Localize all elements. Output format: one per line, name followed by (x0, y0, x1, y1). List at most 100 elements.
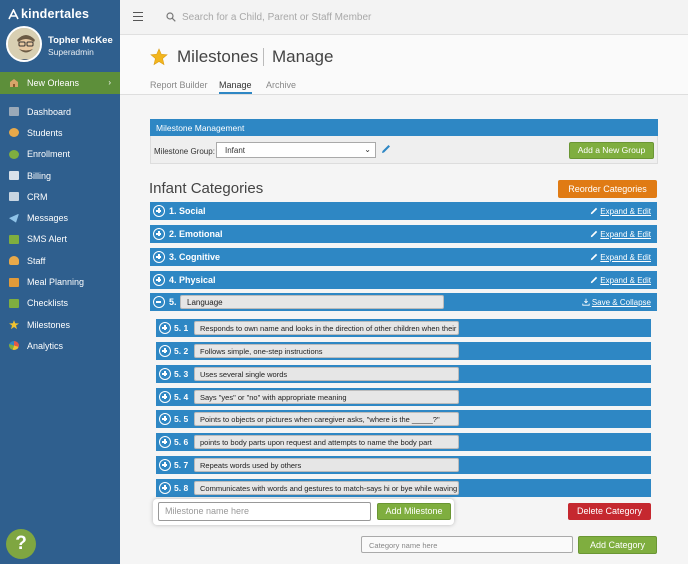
expand-edit-link[interactable]: Expand & Edit (590, 207, 651, 216)
pencil-icon (591, 207, 598, 215)
sidebar-item-sms-alert[interactable]: SMS Alert (0, 229, 120, 250)
expand-plus-icon[interactable] (159, 413, 171, 425)
expand-plus-icon[interactable] (153, 205, 165, 217)
milestone-group-value: Infant (225, 146, 246, 155)
expand-plus-icon[interactable] (159, 482, 171, 494)
sidebar-item-dashboard[interactable]: Dashboard (0, 101, 120, 122)
search-icon (166, 12, 176, 22)
profile-role: Superadmin (48, 47, 94, 57)
category-title: 2. Emotional (169, 229, 223, 239)
milestone-row[interactable]: 5. 3 Uses several single words (156, 365, 651, 383)
tab-archive[interactable]: Archive (266, 80, 296, 90)
milestone-text-field[interactable]: Repeats words used by others (194, 458, 459, 472)
tab-report-builder[interactable]: Report Builder (150, 80, 208, 90)
download-icon (582, 298, 590, 306)
brand-logo[interactable]: kindertales (8, 7, 89, 21)
expand-plus-icon[interactable] (159, 345, 171, 357)
categories-title: Infant Categories (149, 180, 264, 197)
sidebar-nav: Dashboard Students Enrollment Billing CR… (0, 101, 120, 357)
sidebar-item-label: Meal Planning (27, 277, 85, 288)
avatar-image (8, 28, 40, 60)
save-collapse-link[interactable]: Save & Collapse (582, 298, 651, 307)
sidebar-item-checklists[interactable]: Checklists (0, 293, 120, 314)
add-group-button[interactable]: Add a New Group (569, 142, 654, 159)
milestone-text-field[interactable]: Follows simple, one-step instructions (194, 344, 459, 358)
milestone-row[interactable]: 5. 8 Communicates with words and gestures… (156, 479, 651, 497)
star-icon (150, 48, 168, 66)
expand-plus-icon[interactable] (159, 322, 171, 334)
expand-edit-link[interactable]: Expand & Edit (590, 253, 651, 262)
page-subtitle: Manage (272, 47, 334, 66)
milestone-text-field[interactable]: Uses several single words (194, 367, 459, 381)
kindertales-logo-icon (8, 8, 19, 19)
sidebar-item-billing[interactable]: Billing (0, 165, 120, 186)
expand-plus-icon[interactable] (159, 436, 171, 448)
profile[interactable]: Topher McKee Superadmin (0, 22, 120, 72)
category-name-field[interactable]: Language (180, 295, 444, 309)
sidebar-item-milestones[interactable]: Milestones (0, 314, 120, 335)
sidebar-item-label: Analytics (27, 340, 64, 351)
category-row[interactable]: 4. Physical Expand & Edit (150, 271, 657, 289)
sidebar-item-analytics[interactable]: Analytics (0, 335, 120, 356)
edit-pencil-icon[interactable] (381, 144, 391, 154)
sidebar-item-messages[interactable]: Messages (0, 207, 120, 228)
help-button[interactable]: ? (6, 529, 36, 559)
milestone-row[interactable]: 5. 2 Follows simple, one-step instruction… (156, 342, 651, 360)
expand-plus-icon[interactable] (153, 228, 165, 240)
pencil-icon (591, 230, 598, 238)
milestone-row[interactable]: 5. 1 Responds to own name and looks in th… (156, 319, 651, 337)
milestone-text-field[interactable]: Communicates with words and gestures to … (194, 481, 459, 495)
expand-plus-icon[interactable] (159, 368, 171, 380)
category-row[interactable]: 3. Cognitive Expand & Edit (150, 248, 657, 266)
chevron-down-icon: ⌄ (364, 145, 371, 154)
messages-icon (9, 213, 19, 223)
delete-category-button[interactable]: Delete Category (568, 503, 651, 520)
milestone-group-label: Milestone Group: (154, 147, 215, 156)
milestone-text-field[interactable]: Says "yes" or "no" with appropriate mean… (194, 390, 459, 404)
add-category-button[interactable]: Add Category (578, 536, 657, 554)
milestone-text-field[interactable]: points to body parts upon request and at… (194, 435, 459, 449)
milestone-name-input[interactable]: Milestone name here (158, 502, 371, 521)
avatar[interactable] (6, 26, 42, 62)
expand-plus-icon[interactable] (159, 391, 171, 403)
add-milestone-button[interactable]: Add Milestone (377, 503, 451, 520)
billing-icon (9, 171, 19, 181)
sidebar-item-enrollment[interactable]: Enrollment (0, 144, 120, 165)
milestone-row[interactable]: 5. 4 Says "yes" or "no" with appropriate … (156, 388, 651, 406)
page-title: Milestones (177, 47, 259, 66)
milestone-management-header: Milestone Management (150, 119, 658, 136)
location-selector[interactable]: New Orleans › (0, 72, 120, 94)
profile-name: Topher McKee (48, 35, 113, 46)
milestone-text-field[interactable]: Responds to own name and looks in the di… (194, 321, 459, 335)
milestone-number: 5. 1 (174, 323, 189, 333)
category-name-input[interactable]: Category name here (361, 536, 573, 553)
milestone-text-field[interactable]: Points to objects or pictures when careg… (194, 412, 459, 426)
expand-plus-icon[interactable] (153, 251, 165, 263)
category-title: 1. Social (169, 206, 206, 216)
sidebar-item-meal-planning[interactable]: Meal Planning (0, 271, 120, 292)
sidebar-item-staff[interactable]: Staff (0, 250, 120, 271)
search-input[interactable] (182, 10, 442, 25)
sidebar-item-crm[interactable]: CRM (0, 186, 120, 207)
sidebar-item-label: Messages (27, 213, 69, 224)
expand-plus-icon[interactable] (159, 459, 171, 471)
hamburger-menu-icon[interactable] (133, 12, 143, 21)
category-row[interactable]: 2. Emotional Expand & Edit (150, 225, 657, 243)
sidebar-item-label: Billing (27, 170, 52, 181)
milestone-group-select[interactable]: Infant ⌄ (216, 142, 376, 158)
sidebar-item-label: Staff (27, 255, 46, 266)
expand-edit-link[interactable]: Expand & Edit (590, 230, 651, 239)
milestone-row[interactable]: 5. 6 points to body parts upon request an… (156, 433, 651, 451)
milestone-row[interactable]: 5. 7 Repeats words used by others (156, 456, 651, 474)
expand-edit-link[interactable]: Expand & Edit (590, 276, 651, 285)
dashboard-icon (9, 107, 19, 117)
reorder-categories-button[interactable]: Reorder Categories (558, 180, 657, 198)
category-row[interactable]: 1. Social Expand & Edit (150, 202, 657, 220)
milestone-row[interactable]: 5. 5 Points to objects or pictures when c… (156, 410, 651, 428)
tab-manage[interactable]: Manage (219, 80, 252, 94)
category-title: 4. Physical (169, 275, 216, 285)
collapse-minus-icon[interactable] (153, 296, 165, 308)
sidebar-item-students[interactable]: Students (0, 122, 120, 143)
expand-plus-icon[interactable] (153, 274, 165, 286)
milestone-number: 5. 6 (174, 437, 189, 447)
